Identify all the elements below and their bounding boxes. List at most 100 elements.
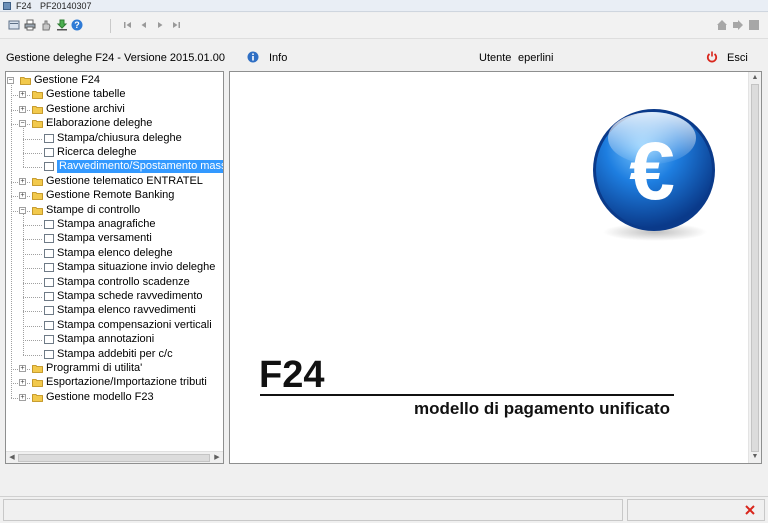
tree-item-gestione-tabelle[interactable]: + Gestione tabelle — [6, 88, 223, 101]
home-icon[interactable] — [716, 19, 728, 31]
tree-item-label: Stampa versamenti — [57, 232, 152, 245]
tree-item-label: Stampa addebiti per c/c — [57, 347, 173, 360]
tree-item-label: Esportazione/Importazione tributi — [46, 376, 207, 389]
previous-record-icon[interactable] — [138, 19, 150, 31]
tree-item-label: Gestione telematico ENTRATEL — [46, 174, 203, 187]
document-icon — [44, 148, 54, 157]
tree-item-ravvedimento-spostamento-massivo[interactable]: Ravvedimento/Spostamento massivo — [6, 160, 223, 174]
window-title: F24 — [16, 1, 32, 11]
collapse-icon[interactable]: − — [7, 77, 14, 84]
scroll-right-icon[interactable]: ▶ — [212, 453, 222, 463]
tree-root[interactable]: − Gestione F24 — [6, 74, 223, 87]
forward-icon[interactable] — [732, 19, 744, 31]
tree-item-programmi-di-utilita[interactable]: + Programmi di utilita' — [6, 362, 223, 375]
close-icon[interactable] — [744, 504, 756, 516]
expand-icon[interactable]: + — [19, 393, 26, 401]
expand-icon[interactable]: + — [19, 105, 26, 113]
help-icon[interactable]: ? — [71, 19, 83, 31]
document-icon — [44, 133, 54, 143]
tree-item-stampa-chiusura-deleghe[interactable]: Stampa/chiusura deleghe — [6, 132, 223, 145]
document-icon — [44, 306, 54, 316]
next-record-icon[interactable] — [154, 19, 166, 31]
tree-item-label: Gestione tabelle — [46, 88, 126, 101]
folder-icon — [32, 378, 43, 388]
expand-icon[interactable]: + — [19, 192, 26, 200]
folder-icon — [32, 90, 43, 100]
document-icon — [44, 263, 54, 273]
info-icon[interactable] — [247, 51, 259, 66]
logo-title: F24 — [259, 354, 325, 396]
tree-item-label: Stampa anagrafiche — [57, 218, 156, 230]
user-label: Utente — [479, 52, 512, 64]
tree-item-gestione-telematico-entratel[interactable]: + Gestione telematico ENTRATEL — [6, 175, 223, 188]
folder-icon — [32, 364, 43, 373]
user-value: eperlini — [518, 52, 554, 64]
tree-item-label: Stampa/chiusura deleghe — [57, 131, 182, 144]
status-cell-main — [3, 499, 623, 521]
tree-item-stampa-situazione-invio-deleghe[interactable]: Stampa situazione invio deleghe — [6, 261, 223, 274]
scroll-down-icon[interactable]: ▼ — [750, 452, 760, 462]
document-icon — [44, 349, 54, 359]
tree-item-label: Gestione F24 — [34, 74, 101, 86]
scroll-up-icon[interactable]: ▲ — [750, 73, 760, 83]
new-icon[interactable] — [8, 19, 20, 31]
vertical-scrollbar[interactable]: ▲ ▼ — [748, 72, 761, 463]
download-icon[interactable] — [56, 19, 68, 31]
tree-item-stampa-elenco-deleghe[interactable]: Stampa elenco deleghe — [6, 247, 223, 260]
tree-item-label: Stampa situazione invio deleghe — [57, 261, 216, 274]
tree-item-stampa-annotazioni[interactable]: Stampa annotazioni — [6, 333, 223, 346]
print-icon[interactable] — [24, 19, 36, 31]
app-icon — [3, 2, 11, 10]
logo-rule — [260, 394, 674, 396]
tree-item-gestione-archivi[interactable]: + Gestione archivi — [6, 103, 223, 116]
tree-item-stampa-versamenti[interactable]: Stampa versamenti — [6, 232, 223, 245]
expand-icon[interactable]: + — [19, 177, 26, 185]
last-record-icon[interactable] — [170, 19, 182, 31]
tree-item-stampa-anagrafiche[interactable]: Stampa anagrafiche — [6, 218, 223, 231]
toolbar: ? — [0, 13, 768, 39]
tree-item-label: Ravvedimento/Spostamento massivo — [57, 160, 223, 174]
tree-item-ricerca-deleghe[interactable]: Ricerca deleghe — [6, 146, 223, 159]
euro-symbol: € — [629, 126, 675, 217]
horizontal-scrollbar[interactable]: ◀ ▶ — [6, 451, 223, 463]
tree-item-label: Stampa elenco ravvedimenti — [57, 304, 196, 317]
main-panel: € F24 modello di pagamento unificato ▲ ▼ — [229, 71, 762, 464]
tree-item-stampa-controllo-scadenze[interactable]: Stampa controllo scadenze — [6, 276, 223, 289]
stop-icon[interactable] — [748, 19, 760, 31]
tree-item-esportazione-importazione-tributi[interactable]: + Esportazione/Importazione tributi — [6, 376, 223, 389]
tree-item-stampe-di-controllo[interactable]: − Stampe di controllo — [6, 204, 223, 217]
logo-subtitle: modello di pagamento unificato — [414, 399, 670, 418]
tree-item-gestione-remote-banking[interactable]: + Gestione Remote Banking — [6, 189, 223, 202]
collapse-icon[interactable]: − — [19, 206, 26, 214]
power-icon[interactable] — [706, 51, 718, 66]
tree-item-stampa-compensazioni-verticali[interactable]: Stampa compensazioni verticali — [6, 319, 223, 332]
scroll-left-icon[interactable]: ◀ — [7, 453, 17, 463]
tree-item-stampa-elenco-ravvedimenti[interactable]: Stampa elenco ravvedimenti — [6, 304, 223, 317]
navigation-tree: − Gestione F24 + Gestione tabelle + Gestione … — [5, 71, 224, 464]
info-button[interactable]: Info — [269, 52, 287, 64]
expand-icon[interactable]: + — [19, 379, 26, 387]
tree-item-label: Gestione Remote Banking — [46, 189, 175, 202]
collapse-icon[interactable]: − — [19, 120, 26, 128]
folder-icon — [32, 105, 43, 114]
scroll-thumb[interactable] — [18, 454, 210, 462]
tree-item-label: Stampa controllo scadenze — [57, 275, 190, 288]
tree-item-gestione-modello-f23[interactable]: + Gestione modello F23 — [6, 391, 223, 404]
tree-item-stampa-addebiti-per-c-c[interactable]: Stampa addebiti per c/c — [6, 348, 223, 361]
tree-item-stampa-schede-ravvedimento[interactable]: Stampa schede ravvedimento — [6, 290, 223, 303]
tree-item-elaborazione-deleghe[interactable]: − Elaborazione deleghe — [6, 117, 223, 130]
expand-icon[interactable]: + — [19, 365, 26, 372]
tree-item-label: Stampa compensazioni verticali — [57, 318, 212, 331]
tree-item-label: Gestione archivi — [46, 102, 125, 115]
folder-icon — [32, 206, 43, 215]
tree-item-label: Stampa annotazioni — [57, 333, 155, 346]
document-icon — [44, 220, 54, 229]
tree-item-label: Gestione modello F23 — [46, 390, 154, 403]
scroll-thumb[interactable] — [751, 84, 759, 452]
document-icon — [44, 335, 54, 345]
first-record-icon[interactable] — [122, 19, 134, 31]
hand-icon[interactable] — [40, 19, 52, 31]
expand-icon[interactable]: + — [19, 91, 26, 99]
exit-button[interactable]: Esci — [727, 52, 748, 64]
title-bar: F24 PF20140307 — [0, 0, 768, 12]
